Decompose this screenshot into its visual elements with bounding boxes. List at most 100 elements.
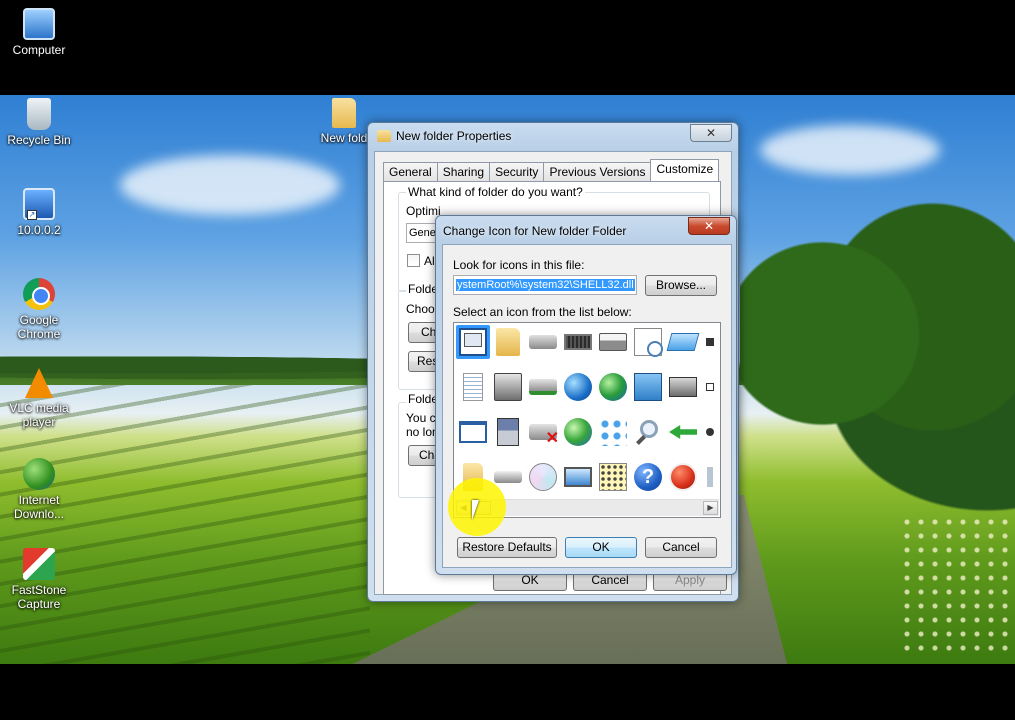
- internet-download-manager-icon: [23, 458, 55, 490]
- icon-file-path-text: ystemRoot%\system32\SHELL32.dll: [456, 279, 635, 291]
- properties-titlebar[interactable]: New folder Properties ✕: [368, 123, 738, 151]
- document-window-icon: [459, 328, 487, 356]
- scroll-right-arrow-icon[interactable]: ▶: [703, 501, 718, 515]
- desktop-icon-computer[interactable]: Computer: [1, 8, 77, 57]
- folder-icon: [377, 130, 391, 142]
- icon-option[interactable]: [561, 415, 595, 449]
- icon-option[interactable]: [526, 370, 560, 404]
- icon-option[interactable]: ✕: [526, 415, 560, 449]
- icon-option[interactable]: [526, 460, 560, 494]
- monitor-icon: [564, 467, 592, 487]
- icon-option[interactable]: [596, 415, 630, 449]
- icon-option[interactable]: [491, 415, 525, 449]
- disconnected-drive-icon: ✕: [529, 424, 559, 447]
- desktop-icon-idm[interactable]: Internet Downlo...: [1, 458, 77, 521]
- icon-option[interactable]: [596, 370, 630, 404]
- icon-option[interactable]: [666, 415, 700, 449]
- network-computers-icon: [599, 418, 627, 446]
- desktop-icon-label: FastStone Capture: [11, 583, 67, 611]
- partial-icon-3: [707, 467, 713, 487]
- icon-option[interactable]: [666, 325, 700, 359]
- green-arrow-icon: [669, 425, 697, 439]
- desktop-icon-vlc[interactable]: VLC media player: [1, 368, 77, 429]
- desktop-icon-label: Google Chrome: [17, 313, 61, 341]
- drive-icon: [529, 335, 557, 349]
- desktop-icon-recycle-bin[interactable]: Recycle Bin: [1, 98, 77, 147]
- folder-icon: [496, 328, 520, 356]
- server-icon: [494, 373, 522, 401]
- change-icon-close-button[interactable]: ✕: [688, 217, 730, 235]
- floppy-icon: [497, 418, 519, 446]
- blank-window-icon: [459, 421, 487, 443]
- icon-option[interactable]: [701, 460, 719, 494]
- icon-option[interactable]: [631, 325, 665, 359]
- icon-option[interactable]: [491, 370, 525, 404]
- restore-defaults-button[interactable]: Restore Defaults: [457, 537, 557, 558]
- clock-document-icon: [634, 328, 663, 357]
- icon-option[interactable]: [666, 370, 700, 404]
- change-icon-cancel-button[interactable]: Cancel: [645, 537, 717, 558]
- select-icon-label: Select an icon from the list below:: [453, 305, 632, 319]
- also-apply-checkbox[interactable]: [407, 254, 420, 267]
- tab-security[interactable]: Security: [489, 162, 545, 181]
- faststone-capture-icon: [23, 548, 55, 580]
- icon-option[interactable]: [456, 415, 490, 449]
- power-icon: [669, 463, 697, 491]
- tab-general[interactable]: General: [383, 162, 438, 181]
- scroll-left-arrow-icon[interactable]: ◀: [456, 501, 471, 515]
- chip-icon: [564, 334, 592, 350]
- desktop-icon-remote-desktop[interactable]: ↗ 10.0.0.2: [1, 188, 77, 237]
- partial-icon-2: [706, 428, 714, 436]
- icon-option[interactable]: [456, 460, 490, 494]
- letterbox-bottom: [0, 664, 1015, 720]
- chrome-icon: [23, 278, 55, 310]
- desktop-icon-label: VLC media player: [9, 401, 69, 429]
- shortcut-arrow-icon: ↗: [27, 210, 37, 220]
- globe-icon: [564, 373, 592, 401]
- icon-option[interactable]: [631, 370, 665, 404]
- browse-button[interactable]: Browse...: [645, 275, 717, 296]
- properties-title: New folder Properties: [396, 129, 512, 143]
- folder-icons-text-1: You c: [406, 411, 436, 425]
- icon-option[interactable]: [491, 460, 525, 494]
- icon-file-path-input[interactable]: ystemRoot%\system32\SHELL32.dll: [453, 275, 637, 295]
- icon-option[interactable]: [526, 325, 560, 359]
- icon-option[interactable]: [596, 460, 630, 494]
- icon-option[interactable]: [701, 415, 719, 449]
- folder-icons-text-2: no lon: [406, 425, 439, 439]
- icon-option[interactable]: [666, 460, 700, 494]
- icon-list[interactable]: ✕ ? ◀ ▶: [453, 322, 721, 518]
- change-icon-title: Change Icon for New folder Folder: [443, 224, 627, 238]
- desktop-icon-label: 10.0.0.2: [17, 223, 61, 237]
- tab-sharing[interactable]: Sharing: [436, 162, 491, 181]
- icon-option[interactable]: [561, 460, 595, 494]
- large-trees: [740, 185, 1015, 515]
- folder-type-question: What kind of folder do you want?: [406, 185, 585, 199]
- icon-option[interactable]: [701, 370, 719, 404]
- properties-close-button[interactable]: ✕: [690, 124, 732, 142]
- icon-option[interactable]: [561, 370, 595, 404]
- letterbox-top: [0, 0, 1015, 95]
- icon-option[interactable]: [456, 325, 490, 359]
- icon-option[interactable]: ?: [631, 460, 665, 494]
- icon-option[interactable]: [456, 370, 490, 404]
- icon-option[interactable]: [701, 325, 719, 359]
- icon-option[interactable]: [561, 325, 595, 359]
- tab-customize[interactable]: Customize: [650, 159, 720, 181]
- network-drive-icon: [529, 379, 557, 395]
- desktop-icon-chrome[interactable]: Google Chrome: [1, 278, 77, 341]
- change-icon-titlebar[interactable]: Change Icon for New folder Folder ✕: [436, 216, 736, 244]
- desktop-icon-label: Computer: [12, 43, 66, 57]
- look-for-icons-label: Look for icons in this file:: [453, 258, 585, 272]
- icon-option[interactable]: [596, 325, 630, 359]
- icon-option[interactable]: [631, 415, 665, 449]
- calculator-grid-icon: [599, 463, 627, 491]
- change-icon-ok-button[interactable]: OK: [565, 537, 637, 558]
- desktop-icon-faststone[interactable]: FastStone Capture: [1, 548, 77, 611]
- icon-list-scrollbar[interactable]: ◀ ▶: [455, 499, 719, 516]
- icon-option[interactable]: [491, 325, 525, 359]
- tab-previous-versions[interactable]: Previous Versions: [543, 162, 652, 181]
- remote-desktop-icon: ↗: [23, 188, 55, 220]
- computer-icon: [23, 8, 55, 40]
- text-document-icon: [463, 373, 483, 401]
